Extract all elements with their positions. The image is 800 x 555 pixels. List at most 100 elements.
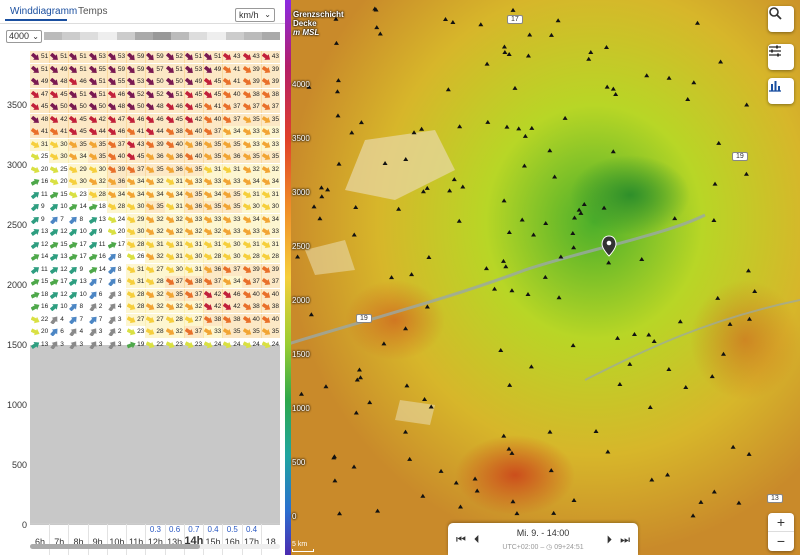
wind-cell: 8	[68, 301, 88, 313]
hour-column-label[interactable]: 18	[261, 524, 281, 555]
hour-column-label[interactable]: 0.5 16h	[222, 524, 242, 555]
wind-arrow-icon	[69, 103, 78, 110]
tab-temps[interactable]: Temps	[78, 6, 107, 17]
bar-chart-icon	[769, 81, 781, 92]
wind-arrow-icon	[50, 178, 59, 186]
time-control: ⏮ ⏴ Mi. 9. - 14:00 UTC+02:00 – ◷ 09+24:5…	[448, 523, 638, 555]
wind-cell: 24	[203, 339, 223, 351]
chart-button[interactable]	[768, 78, 794, 104]
wind-grid[interactable]: 51 51 51 53 53 59 59 52 51 51 43 43 43 51 49 51 55 59 59 57…	[30, 45, 280, 525]
wind-cell: 28	[87, 188, 108, 201]
wind-cell: 41	[49, 126, 70, 138]
wind-speed-value: 52	[156, 90, 164, 98]
wind-arrow-icon	[31, 53, 39, 60]
hour-column-label[interactable]: 7h	[49, 524, 69, 555]
wind-speed-value: 57	[156, 65, 164, 73]
wind-cell: 28	[241, 251, 262, 263]
layer-unit: m MSL	[293, 28, 320, 37]
horizontal-scrollbar[interactable]	[30, 544, 280, 549]
wind-cell: 51	[68, 51, 89, 63]
hour-column-label[interactable]: 11h	[126, 524, 146, 555]
zoom-out-button[interactable]: −	[768, 532, 794, 551]
terrain-map[interactable]	[285, 0, 800, 555]
wind-cell: 46	[222, 288, 243, 301]
hour-column-label[interactable]: 0.3 12h	[145, 524, 165, 555]
wind-speed-value: 45	[60, 90, 68, 98]
wind-arrow-icon	[127, 341, 136, 348]
scale-tick-label: 4000	[292, 80, 310, 89]
wind-cell: 30	[260, 201, 280, 213]
wind-arrow-icon	[69, 78, 78, 85]
wind-arrow-icon	[50, 65, 59, 73]
settings-button[interactable]	[768, 44, 794, 70]
altitude-select[interactable]: 4000 ⌄	[6, 30, 42, 43]
hour-column-label[interactable]: 8h	[68, 524, 88, 555]
wind-arrow-icon	[88, 203, 98, 211]
wind-arrow-icon	[261, 328, 271, 336]
wind-speed-value: 45	[214, 78, 222, 85]
zoom-in-button[interactable]: +	[768, 513, 794, 532]
wind-cell: 24	[261, 339, 280, 351]
wind-speed-value: 33	[214, 328, 222, 335]
wind-speed-value: 30	[233, 240, 241, 248]
wind-arrow-icon	[261, 253, 271, 261]
wind-cell: 35	[183, 163, 204, 176]
hour-column-label[interactable]: 0.4 17h	[242, 524, 262, 555]
wind-arrow-icon	[107, 128, 116, 135]
hour-column-label[interactable]: 6h	[30, 524, 50, 555]
tab-winddiagramm[interactable]: Winddiagramm	[10, 6, 77, 17]
scrollbar-thumb[interactable]	[30, 544, 200, 549]
wind-arrow-icon	[69, 140, 78, 148]
wind-cell: 30	[49, 138, 70, 151]
wind-cell: 51	[30, 51, 50, 63]
wind-arrow-icon	[242, 115, 251, 123]
wind-cell: 7	[68, 314, 88, 326]
wind-speed-value: 34	[117, 190, 126, 198]
wind-arrow-icon	[165, 303, 174, 311]
wind-speed-value: 33	[252, 140, 260, 148]
hour-column-label[interactable]: 0.6 13h	[165, 524, 185, 555]
wind-arrow-icon	[261, 203, 271, 211]
map-view[interactable]: Grenzschicht Decke m MSL 4000 3500 3000 250…	[285, 0, 800, 555]
wind-arrow-icon	[242, 140, 251, 148]
hour-column-label[interactable]: 9h	[88, 524, 108, 555]
wind-speed-value: 46	[175, 103, 183, 110]
wind-arrow-icon	[69, 279, 78, 286]
wind-cell: 10	[49, 301, 69, 313]
step-forward-icon[interactable]: ⏵	[607, 534, 613, 547]
wind-arrow-icon	[88, 266, 98, 274]
wind-speed-value: 22	[41, 315, 49, 323]
wind-speed-value: 23	[194, 340, 203, 348]
hour-column-label[interactable]: 0.7 14h	[184, 524, 204, 555]
wind-arrow-icon	[223, 315, 232, 323]
wind-cell: 32	[87, 176, 108, 188]
wind-arrow-icon	[50, 340, 58, 349]
wind-arrow-icon	[184, 228, 194, 236]
wind-arrow-icon	[204, 115, 213, 123]
color-scale	[285, 0, 291, 555]
wind-arrow-icon	[107, 140, 117, 148]
wind-cell: 33	[222, 226, 243, 238]
wind-cell: 3	[107, 289, 127, 301]
wind-cell: 46	[164, 101, 185, 113]
skip-forward-icon[interactable]: ⏭	[620, 534, 630, 547]
wind-arrow-icon	[88, 115, 97, 123]
wind-speed-value: 45	[214, 90, 222, 98]
hour-column-label[interactable]: 10h	[107, 524, 127, 555]
altitude-axis: 0 500 1000 1500 2000 2500 3000 3500	[0, 45, 30, 530]
tab-bar: Winddiagramm Temps km/h ⌄	[0, 0, 285, 24]
wind-arrow-icon	[242, 78, 251, 85]
wind-speed-value: 6	[117, 278, 122, 285]
search-button[interactable]	[768, 6, 794, 32]
unit-select[interactable]: km/h ⌄	[235, 8, 275, 22]
wind-speed-value: 36	[214, 265, 222, 273]
wind-arrow-icon	[107, 178, 117, 186]
wind-speed-value: 6	[98, 290, 103, 298]
wind-arrow-icon	[165, 228, 174, 236]
wind-cell: 35	[87, 151, 108, 163]
hour-column-label[interactable]: 0.4 15h	[203, 524, 223, 555]
wind-cell: 45	[68, 126, 89, 138]
wind-arrow-icon	[242, 328, 251, 336]
wind-speed-value: 2	[98, 303, 103, 310]
scale-tick-label: 3000	[292, 188, 310, 197]
